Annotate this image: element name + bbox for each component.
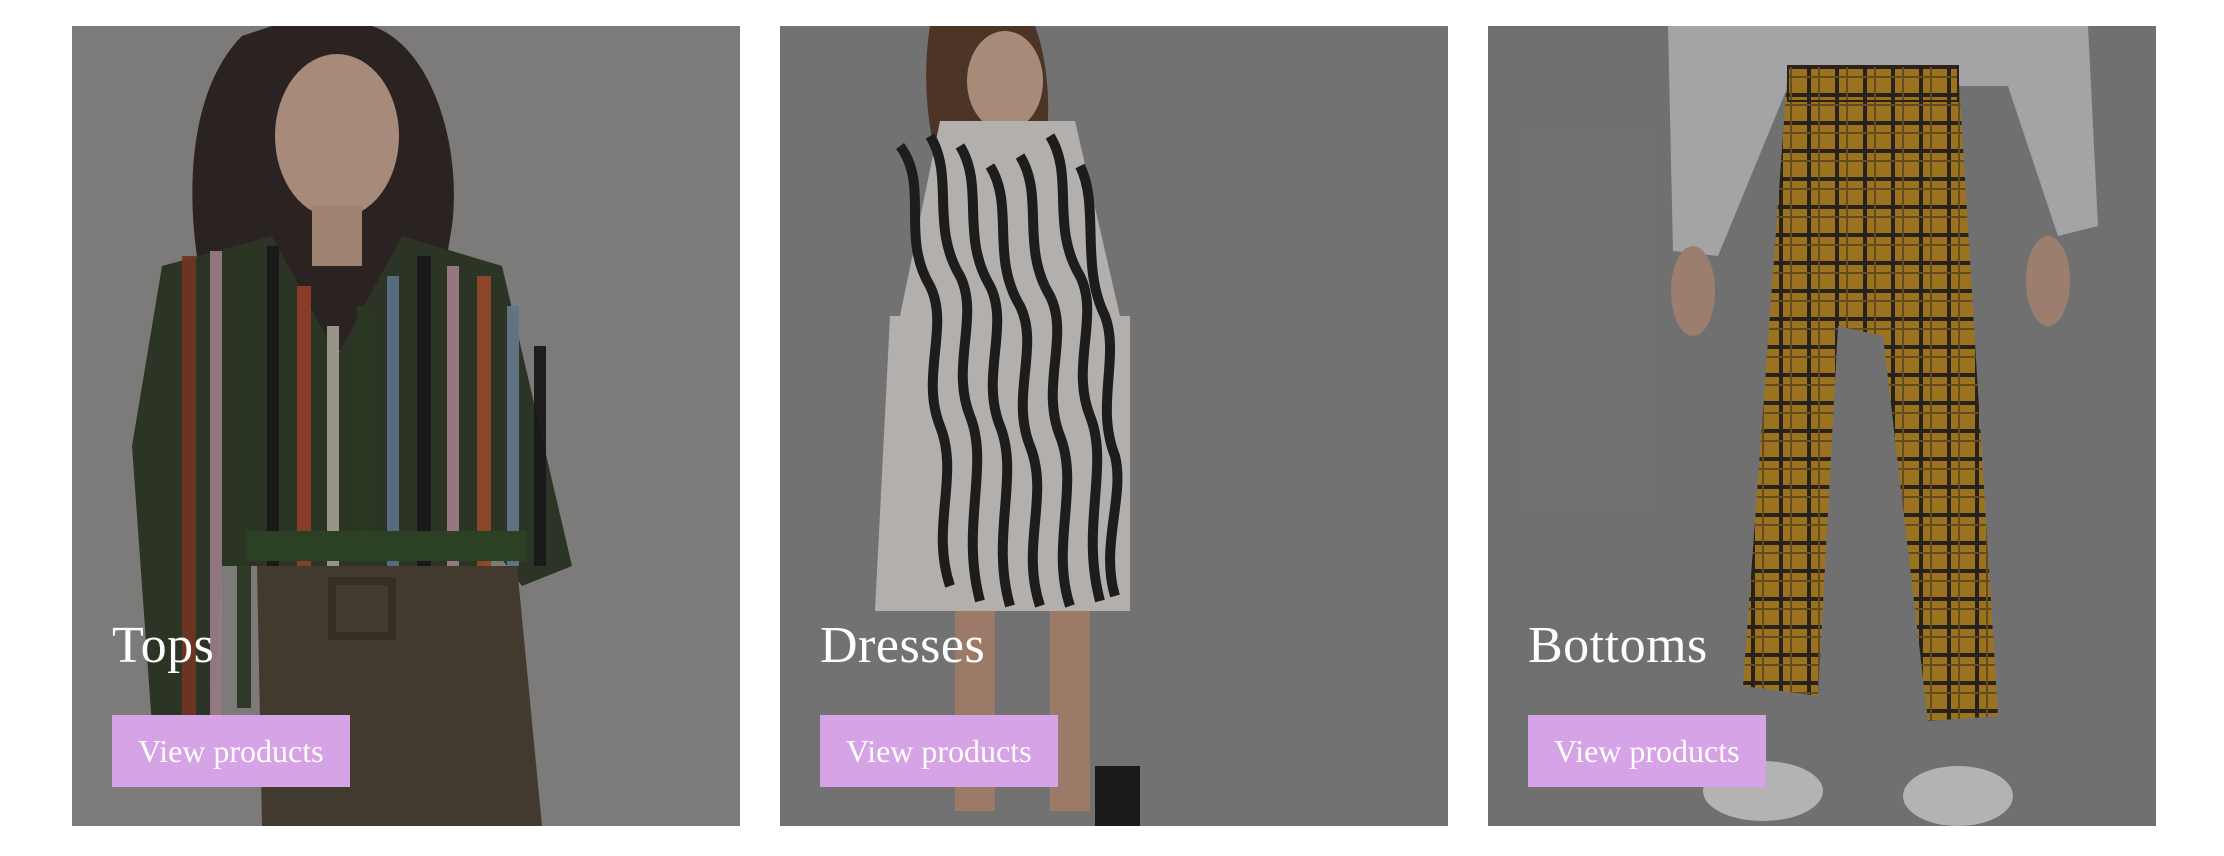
view-products-button[interactable]: View products [820,715,1058,787]
category-title: Bottoms [1528,617,1708,674]
category-card-dresses[interactable]: Dresses View products [780,26,1448,826]
category-card-tops[interactable]: Tops View products [72,26,740,826]
woman-striped-top-photo [72,26,740,826]
woman-zebra-dress-photo [780,26,1448,826]
category-title: Tops [112,617,215,674]
category-grid: Tops View products Dresses View products… [0,0,2224,856]
category-title: Dresses [820,617,986,674]
plaid-pants-photo [1488,26,2156,826]
category-card-bottoms[interactable]: Bottoms View products [1488,26,2156,826]
view-products-button[interactable]: View products [1528,715,1766,787]
view-products-button[interactable]: View products [112,715,350,787]
